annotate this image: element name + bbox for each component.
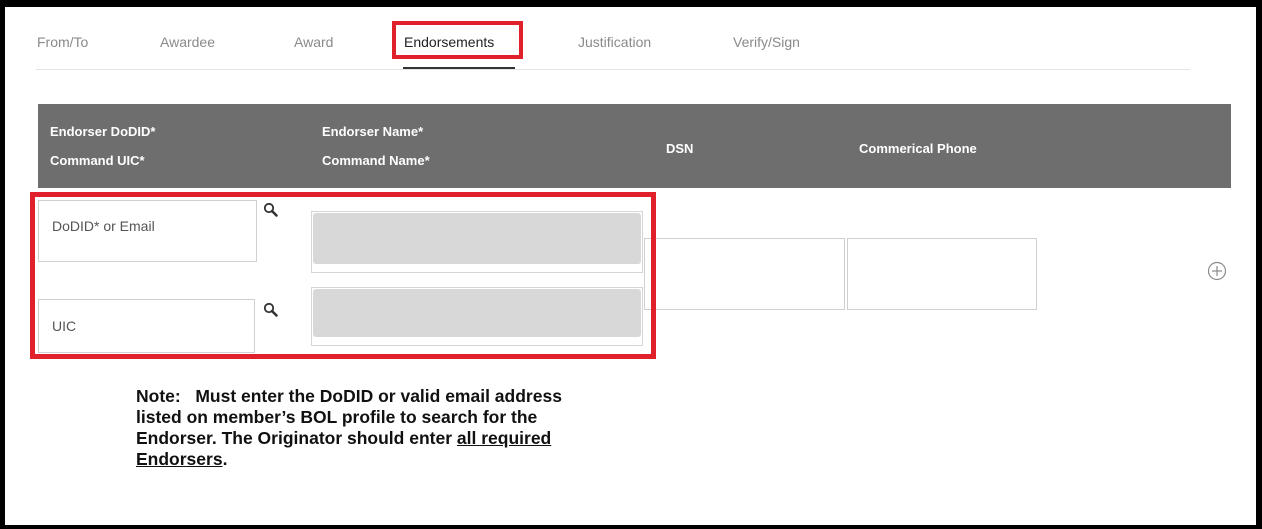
tab-awardee[interactable]: Awardee: [160, 34, 215, 50]
dsn-input[interactable]: [644, 238, 845, 310]
header-endorser-dodid: Endorser DoDID*: [50, 124, 156, 139]
header-commercial-phone: Commerical Phone: [859, 141, 977, 156]
tab-divider: [36, 69, 1190, 70]
endorser-note: Note: Must enter the DoDID or valid emai…: [136, 386, 566, 470]
input-highlight-annotation: [30, 192, 656, 359]
header-dsn: DSN: [666, 141, 694, 156]
note-end: .: [222, 449, 228, 469]
note-lead: Note:: [136, 386, 181, 406]
endorsers-table-header: Endorser DoDID* Command UIC* Endorser Na…: [38, 104, 1231, 188]
tab-from-to[interactable]: From/To: [37, 34, 88, 50]
tab-highlight-annotation: [392, 21, 523, 59]
header-command-name: Command Name*: [322, 153, 430, 168]
commercial-phone-input[interactable]: [847, 238, 1037, 310]
add-endorser-plus-icon[interactable]: [1206, 260, 1228, 282]
active-tab-underline: [403, 67, 515, 69]
tab-award[interactable]: Award: [294, 34, 333, 50]
header-endorser-name: Endorser Name*: [322, 124, 424, 139]
tab-verify-sign[interactable]: Verify/Sign: [733, 34, 800, 50]
header-command-uic: Command UIC*: [50, 153, 145, 168]
tab-justification[interactable]: Justification: [578, 34, 651, 50]
